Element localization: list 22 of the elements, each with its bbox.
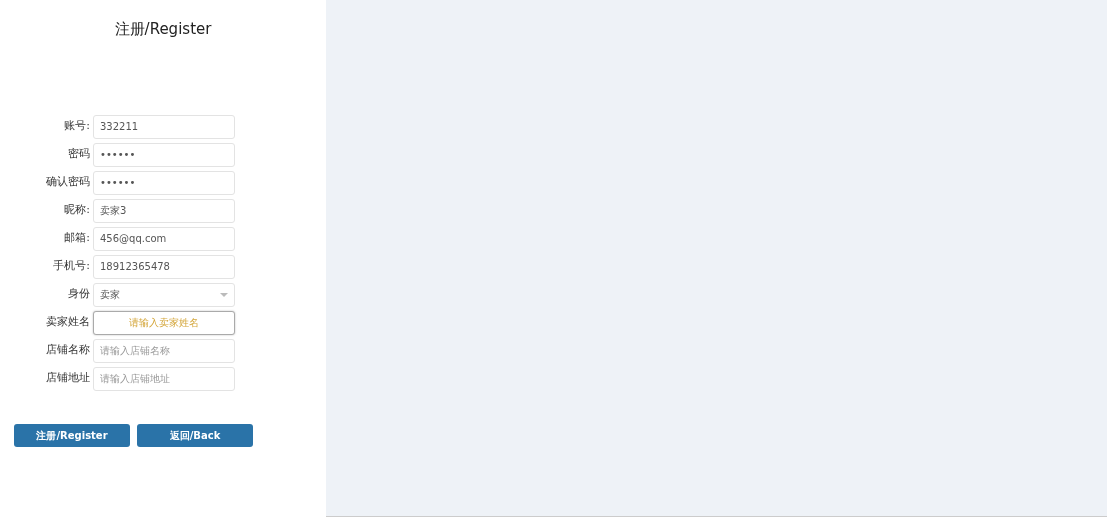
field-label: 身份	[67, 286, 91, 303]
field-label: 邮箱:	[63, 230, 91, 247]
select-field[interactable]: 卖家	[93, 282, 235, 307]
field-label: 手机号:	[52, 258, 91, 275]
field-label: 确认密码	[45, 174, 91, 191]
input-field[interactable]: 卖家3	[93, 198, 235, 223]
input-field[interactable]: ••••••	[93, 142, 235, 167]
input-field[interactable]: 请输入卖家姓名	[93, 310, 235, 335]
field-label: 密码	[67, 146, 91, 163]
field-label: 昵称:	[63, 202, 91, 219]
back-button[interactable]: 返回/Back	[137, 423, 253, 447]
field-label: 卖家姓名	[45, 314, 91, 331]
field-label: 店铺地址	[45, 370, 91, 387]
register-button[interactable]: 注册/Register	[14, 423, 130, 447]
field-label: 账号:	[63, 118, 91, 135]
page-title: 注册/Register	[113, 19, 213, 40]
dropdown-caret-icon	[220, 292, 228, 297]
field-label: 店铺名称	[45, 342, 91, 359]
input-field[interactable]: 18912365478	[93, 254, 235, 279]
input-field[interactable]: 332211	[93, 114, 235, 139]
input-field[interactable]: 456@qq.com	[93, 226, 235, 251]
input-field[interactable]: ••••••	[93, 170, 235, 195]
